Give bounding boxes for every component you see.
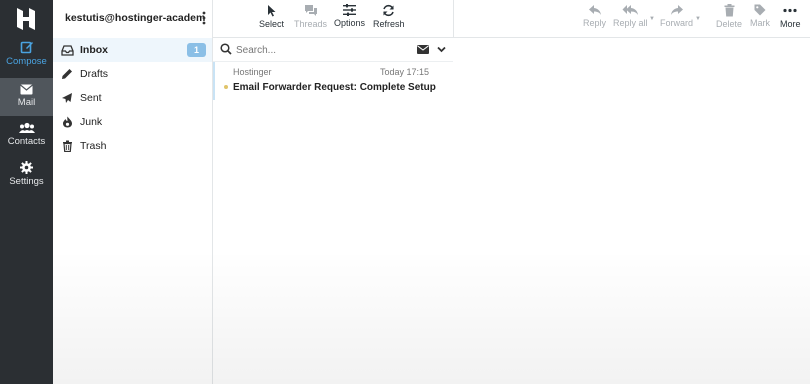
- forward-button[interactable]: Forward: [660, 4, 693, 28]
- folder-label: Drafts: [80, 68, 109, 80]
- threads-label: Threads: [294, 19, 328, 29]
- refresh-button[interactable]: Refresh: [373, 4, 405, 29]
- more-label: More: [780, 19, 801, 29]
- refresh-label: Refresh: [373, 19, 405, 29]
- folder-label: Trash: [80, 140, 107, 152]
- left-rail: Compose Mail Contacts Settings: [0, 0, 53, 384]
- more-button[interactable]: More: [780, 4, 801, 29]
- compose-label: Compose: [6, 56, 47, 67]
- reply-all-caret-icon[interactable]: ▼: [649, 16, 655, 22]
- trash-icon: [724, 4, 734, 17]
- delete-button[interactable]: Delete: [716, 4, 742, 29]
- kebab-menu-icon[interactable]: [201, 10, 207, 26]
- mark-label: Mark: [750, 18, 770, 28]
- unread-dot-icon[interactable]: [224, 85, 228, 89]
- select-button[interactable]: Select: [259, 4, 284, 29]
- mark-button[interactable]: Mark: [750, 4, 770, 28]
- trash-icon: [60, 139, 74, 153]
- message-sender: Hostinger: [233, 67, 272, 77]
- contacts-label: Contacts: [7, 136, 46, 147]
- envelope-icon[interactable]: [417, 45, 429, 54]
- folder-junk[interactable]: Junk: [53, 110, 212, 134]
- fire-icon: [60, 115, 74, 129]
- folder-trash[interactable]: Trash: [53, 134, 212, 158]
- search-input[interactable]: [236, 42, 406, 58]
- delete-label: Delete: [716, 19, 743, 29]
- envelope-icon: [20, 84, 33, 95]
- threads-button[interactable]: Threads: [294, 4, 327, 29]
- compose-button[interactable]: Compose: [0, 40, 53, 76]
- message-date: Today 17:15: [379, 67, 429, 77]
- reply-all-icon: [622, 5, 638, 15]
- toolbar: Select Threads Options Refresh Reply Rep…: [213, 0, 810, 38]
- reply-icon: [588, 5, 601, 15]
- mail-label: Mail: [17, 97, 36, 108]
- folder-label: Sent: [80, 92, 102, 104]
- select-label: Select: [259, 19, 285, 29]
- settings-nav-button[interactable]: Settings: [0, 161, 53, 191]
- pencil-icon: [60, 67, 74, 81]
- forward-caret-icon[interactable]: ▼: [695, 16, 701, 22]
- inbox-icon: [60, 43, 74, 57]
- webmail-app: Compose Mail Contacts Settings kestutis@…: [0, 0, 810, 384]
- folder-drafts[interactable]: Drafts: [53, 62, 212, 86]
- contacts-icon: [18, 122, 35, 133]
- search-icon[interactable]: [220, 43, 232, 55]
- reply-all-label: Reply all: [613, 18, 648, 28]
- search-bar: [213, 38, 453, 62]
- reply-label: Reply: [583, 18, 607, 28]
- chevron-down-icon[interactable]: [437, 46, 446, 53]
- folder-sent[interactable]: Sent: [53, 86, 212, 110]
- gear-icon: [20, 161, 33, 174]
- mail-nav-button[interactable]: Mail: [0, 78, 53, 116]
- chat-bubbles-icon: [304, 5, 317, 16]
- paper-plane-icon: [60, 91, 74, 105]
- more-dots-icon: [783, 8, 797, 13]
- reply-button[interactable]: Reply: [583, 4, 606, 28]
- tag-icon: [754, 4, 766, 16]
- options-label: Options: [334, 18, 366, 28]
- hostinger-logo[interactable]: [12, 6, 40, 32]
- cursor-icon: [268, 5, 276, 17]
- sliders-icon: [343, 4, 357, 16]
- folder-panel: kestutis@hostinger-academy... Inbox 1 Dr…: [53, 0, 213, 384]
- reply-all-button[interactable]: Reply all: [613, 4, 648, 28]
- compose-icon: [20, 41, 33, 54]
- message-subject: Email Forwarder Request: Complete Setup: [233, 82, 436, 93]
- preview-pane: [453, 38, 810, 384]
- contacts-nav-button[interactable]: Contacts: [0, 122, 53, 152]
- folder-label: Inbox: [80, 44, 108, 56]
- forward-icon: [670, 5, 683, 15]
- folder-label: Junk: [80, 116, 103, 128]
- message-row[interactable]: Hostinger Today 17:15 Email Forwarder Re…: [213, 62, 453, 100]
- settings-label: Settings: [9, 176, 44, 187]
- message-list-panel: Hostinger Today 17:15 Email Forwarder Re…: [213, 38, 453, 384]
- refresh-icon: [383, 4, 395, 17]
- unread-badge: 1: [187, 43, 206, 57]
- folder-inbox[interactable]: Inbox 1: [53, 38, 212, 62]
- options-button[interactable]: Options: [334, 4, 365, 28]
- account-email[interactable]: kestutis@hostinger-academy...: [65, 12, 205, 24]
- forward-label: Forward: [660, 18, 694, 28]
